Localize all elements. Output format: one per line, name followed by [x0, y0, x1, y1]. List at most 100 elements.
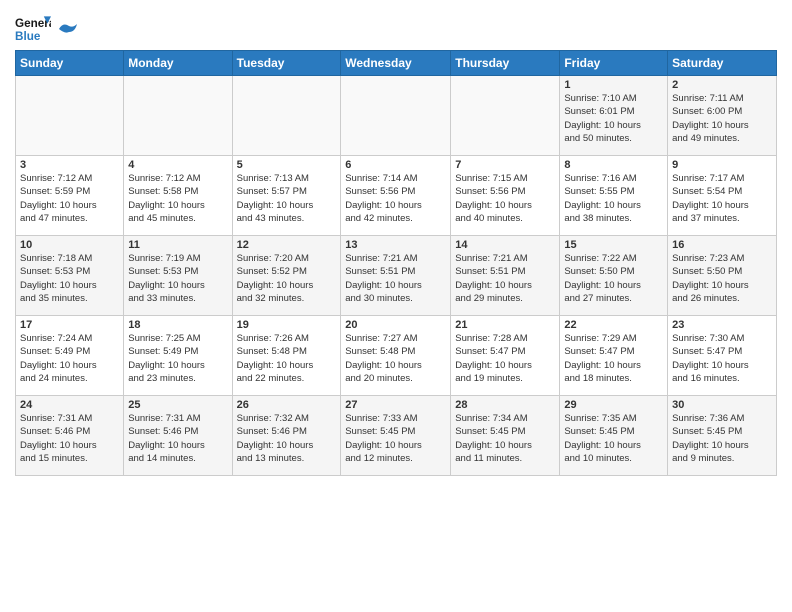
- day-number: 29: [564, 399, 663, 411]
- calendar-table: SundayMondayTuesdayWednesdayThursdayFrid…: [15, 50, 777, 476]
- day-info: Sunrise: 7:33 AM Sunset: 5:45 PM Dayligh…: [345, 412, 446, 465]
- day-info: Sunrise: 7:14 AM Sunset: 5:56 PM Dayligh…: [345, 172, 446, 225]
- day-info: Sunrise: 7:17 AM Sunset: 5:54 PM Dayligh…: [672, 172, 772, 225]
- day-info: Sunrise: 7:22 AM Sunset: 5:50 PM Dayligh…: [564, 252, 663, 305]
- day-number: 12: [237, 239, 337, 251]
- day-cell: 16Sunrise: 7:23 AM Sunset: 5:50 PM Dayli…: [668, 236, 777, 316]
- weekday-header-thursday: Thursday: [451, 51, 560, 76]
- day-cell: 24Sunrise: 7:31 AM Sunset: 5:46 PM Dayli…: [16, 396, 124, 476]
- day-number: 7: [455, 159, 555, 171]
- day-number: 26: [237, 399, 337, 411]
- day-info: Sunrise: 7:25 AM Sunset: 5:49 PM Dayligh…: [128, 332, 227, 385]
- day-number: 23: [672, 319, 772, 331]
- day-number: 4: [128, 159, 227, 171]
- day-info: Sunrise: 7:31 AM Sunset: 5:46 PM Dayligh…: [128, 412, 227, 465]
- day-number: 11: [128, 239, 227, 251]
- day-cell: 15Sunrise: 7:22 AM Sunset: 5:50 PM Dayli…: [560, 236, 668, 316]
- day-cell: [124, 76, 232, 156]
- day-info: Sunrise: 7:10 AM Sunset: 6:01 PM Dayligh…: [564, 92, 663, 145]
- day-cell: 28Sunrise: 7:34 AM Sunset: 5:45 PM Dayli…: [451, 396, 560, 476]
- day-info: Sunrise: 7:11 AM Sunset: 6:00 PM Dayligh…: [672, 92, 772, 145]
- day-number: 13: [345, 239, 446, 251]
- day-number: 6: [345, 159, 446, 171]
- weekday-header-sunday: Sunday: [16, 51, 124, 76]
- day-number: 10: [20, 239, 119, 251]
- day-info: Sunrise: 7:13 AM Sunset: 5:57 PM Dayligh…: [237, 172, 337, 225]
- day-number: 1: [564, 79, 663, 91]
- week-row-2: 3Sunrise: 7:12 AM Sunset: 5:59 PM Daylig…: [16, 156, 777, 236]
- day-number: 5: [237, 159, 337, 171]
- day-info: Sunrise: 7:23 AM Sunset: 5:50 PM Dayligh…: [672, 252, 772, 305]
- week-row-5: 24Sunrise: 7:31 AM Sunset: 5:46 PM Dayli…: [16, 396, 777, 476]
- day-number: 8: [564, 159, 663, 171]
- week-row-3: 10Sunrise: 7:18 AM Sunset: 5:53 PM Dayli…: [16, 236, 777, 316]
- logo-bird-icon: [57, 22, 77, 36]
- week-row-1: 1Sunrise: 7:10 AM Sunset: 6:01 PM Daylig…: [16, 76, 777, 156]
- day-number: 25: [128, 399, 227, 411]
- day-info: Sunrise: 7:16 AM Sunset: 5:55 PM Dayligh…: [564, 172, 663, 225]
- day-cell: 3Sunrise: 7:12 AM Sunset: 5:59 PM Daylig…: [16, 156, 124, 236]
- day-info: Sunrise: 7:21 AM Sunset: 5:51 PM Dayligh…: [455, 252, 555, 305]
- svg-text:Blue: Blue: [15, 30, 41, 43]
- day-cell: 30Sunrise: 7:36 AM Sunset: 5:45 PM Dayli…: [668, 396, 777, 476]
- day-cell: [232, 76, 341, 156]
- day-info: Sunrise: 7:34 AM Sunset: 5:45 PM Dayligh…: [455, 412, 555, 465]
- day-cell: 11Sunrise: 7:19 AM Sunset: 5:53 PM Dayli…: [124, 236, 232, 316]
- day-cell: 1Sunrise: 7:10 AM Sunset: 6:01 PM Daylig…: [560, 76, 668, 156]
- day-cell: 12Sunrise: 7:20 AM Sunset: 5:52 PM Dayli…: [232, 236, 341, 316]
- weekday-header-wednesday: Wednesday: [341, 51, 451, 76]
- day-cell: 25Sunrise: 7:31 AM Sunset: 5:46 PM Dayli…: [124, 396, 232, 476]
- day-cell: 2Sunrise: 7:11 AM Sunset: 6:00 PM Daylig…: [668, 76, 777, 156]
- day-cell: 10Sunrise: 7:18 AM Sunset: 5:53 PM Dayli…: [16, 236, 124, 316]
- day-cell: 23Sunrise: 7:30 AM Sunset: 5:47 PM Dayli…: [668, 316, 777, 396]
- day-info: Sunrise: 7:26 AM Sunset: 5:48 PM Dayligh…: [237, 332, 337, 385]
- weekday-header-friday: Friday: [560, 51, 668, 76]
- day-cell: 9Sunrise: 7:17 AM Sunset: 5:54 PM Daylig…: [668, 156, 777, 236]
- day-cell: 19Sunrise: 7:26 AM Sunset: 5:48 PM Dayli…: [232, 316, 341, 396]
- logo: General Blue: [15, 14, 77, 44]
- day-cell: 20Sunrise: 7:27 AM Sunset: 5:48 PM Dayli…: [341, 316, 451, 396]
- day-cell: 22Sunrise: 7:29 AM Sunset: 5:47 PM Dayli…: [560, 316, 668, 396]
- day-number: 27: [345, 399, 446, 411]
- day-cell: 5Sunrise: 7:13 AM Sunset: 5:57 PM Daylig…: [232, 156, 341, 236]
- day-info: Sunrise: 7:15 AM Sunset: 5:56 PM Dayligh…: [455, 172, 555, 225]
- day-number: 17: [20, 319, 119, 331]
- calendar-page: General Blue SundayMondayTuesdayWed: [0, 0, 792, 491]
- day-info: Sunrise: 7:18 AM Sunset: 5:53 PM Dayligh…: [20, 252, 119, 305]
- day-info: Sunrise: 7:31 AM Sunset: 5:46 PM Dayligh…: [20, 412, 119, 465]
- day-number: 21: [455, 319, 555, 331]
- weekday-header-tuesday: Tuesday: [232, 51, 341, 76]
- day-cell: 21Sunrise: 7:28 AM Sunset: 5:47 PM Dayli…: [451, 316, 560, 396]
- header: General Blue: [15, 10, 777, 44]
- day-info: Sunrise: 7:12 AM Sunset: 5:59 PM Dayligh…: [20, 172, 119, 225]
- day-cell: [341, 76, 451, 156]
- day-cell: 18Sunrise: 7:25 AM Sunset: 5:49 PM Dayli…: [124, 316, 232, 396]
- day-cell: 8Sunrise: 7:16 AM Sunset: 5:55 PM Daylig…: [560, 156, 668, 236]
- day-number: 15: [564, 239, 663, 251]
- day-number: 2: [672, 79, 772, 91]
- day-cell: 4Sunrise: 7:12 AM Sunset: 5:58 PM Daylig…: [124, 156, 232, 236]
- day-cell: 7Sunrise: 7:15 AM Sunset: 5:56 PM Daylig…: [451, 156, 560, 236]
- day-cell: [16, 76, 124, 156]
- day-cell: [451, 76, 560, 156]
- day-cell: 27Sunrise: 7:33 AM Sunset: 5:45 PM Dayli…: [341, 396, 451, 476]
- weekday-header-row: SundayMondayTuesdayWednesdayThursdayFrid…: [16, 51, 777, 76]
- day-info: Sunrise: 7:21 AM Sunset: 5:51 PM Dayligh…: [345, 252, 446, 305]
- day-number: 18: [128, 319, 227, 331]
- day-info: Sunrise: 7:24 AM Sunset: 5:49 PM Dayligh…: [20, 332, 119, 385]
- day-info: Sunrise: 7:12 AM Sunset: 5:58 PM Dayligh…: [128, 172, 227, 225]
- day-number: 14: [455, 239, 555, 251]
- day-info: Sunrise: 7:36 AM Sunset: 5:45 PM Dayligh…: [672, 412, 772, 465]
- day-number: 30: [672, 399, 772, 411]
- day-number: 9: [672, 159, 772, 171]
- day-number: 20: [345, 319, 446, 331]
- day-cell: 17Sunrise: 7:24 AM Sunset: 5:49 PM Dayli…: [16, 316, 124, 396]
- week-row-4: 17Sunrise: 7:24 AM Sunset: 5:49 PM Dayli…: [16, 316, 777, 396]
- day-info: Sunrise: 7:32 AM Sunset: 5:46 PM Dayligh…: [237, 412, 337, 465]
- day-cell: 14Sunrise: 7:21 AM Sunset: 5:51 PM Dayli…: [451, 236, 560, 316]
- day-info: Sunrise: 7:20 AM Sunset: 5:52 PM Dayligh…: [237, 252, 337, 305]
- day-cell: 6Sunrise: 7:14 AM Sunset: 5:56 PM Daylig…: [341, 156, 451, 236]
- day-info: Sunrise: 7:29 AM Sunset: 5:47 PM Dayligh…: [564, 332, 663, 385]
- weekday-header-monday: Monday: [124, 51, 232, 76]
- day-info: Sunrise: 7:28 AM Sunset: 5:47 PM Dayligh…: [455, 332, 555, 385]
